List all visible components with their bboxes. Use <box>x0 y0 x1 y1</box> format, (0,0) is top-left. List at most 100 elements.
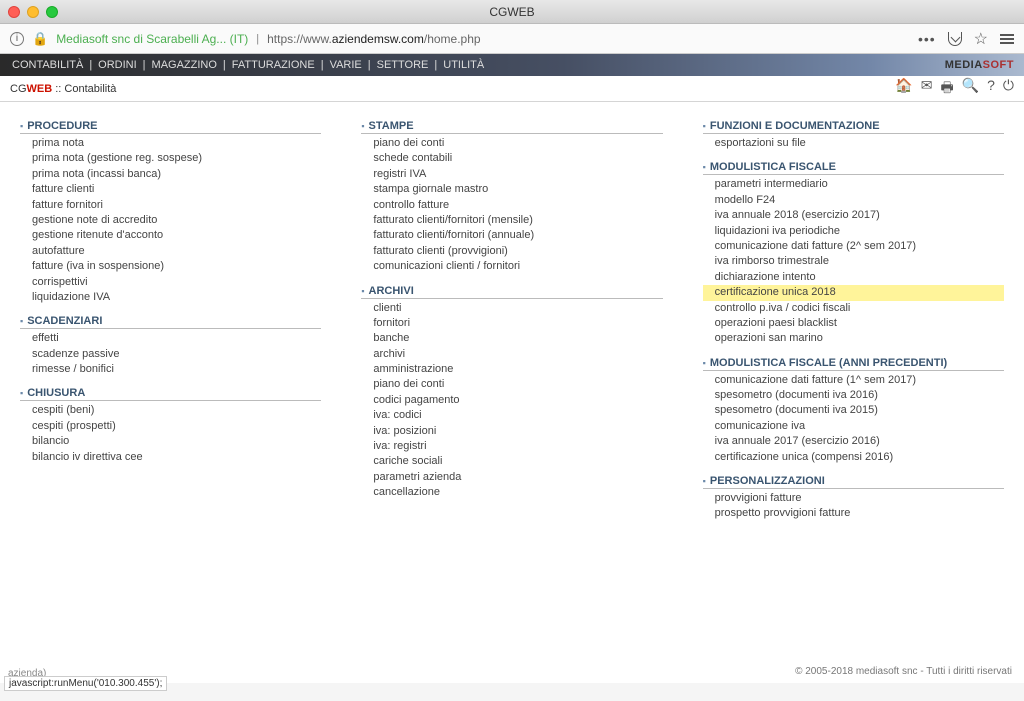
power-icon[interactable]: ⏻ <box>1003 77 1014 101</box>
link-piano-dei-conti[interactable]: piano dei conti <box>361 377 662 392</box>
link-cespiti-prospetti-[interactable]: cespiti (prospetti) <box>20 419 321 434</box>
print-icon[interactable]: 🖶 <box>940 77 953 101</box>
link-amministrazione[interactable]: amministrazione <box>361 362 662 377</box>
menu-varie[interactable]: VARIE <box>328 59 364 71</box>
link-comunicazione-dati-fatture-1-sem-2017-[interactable]: comunicazione dati fatture (1^ sem 2017) <box>703 373 1004 388</box>
status-js: javascript:runMenu('010.300.455'); <box>4 676 167 691</box>
more-icon[interactable]: ••• <box>918 31 936 47</box>
link-esportazioni-su-file[interactable]: esportazioni su file <box>703 136 1004 151</box>
column-1: PROCEDUREprima notaprima nota (gestione … <box>0 120 341 683</box>
link-parametri-intermediario[interactable]: parametri intermediario <box>703 177 1004 192</box>
link-piano-dei-conti[interactable]: piano dei conti <box>361 136 662 151</box>
link-provvigioni-fatture[interactable]: provvigioni fatture <box>703 491 1004 506</box>
link-parametri-azienda[interactable]: parametri azienda <box>361 470 662 485</box>
url-display[interactable]: https://www.aziendemsw.com/home.php <box>267 32 480 46</box>
mail-icon[interactable]: ✉ <box>921 77 933 101</box>
section-chiusura: CHIUSURA <box>20 387 321 401</box>
help-icon[interactable]: ? <box>987 77 995 101</box>
link-rimesse-bonifici[interactable]: rimesse / bonifici <box>20 362 321 377</box>
link-comunicazione-dati-fatture-2-sem-2017-[interactable]: comunicazione dati fatture (2^ sem 2017) <box>703 239 1004 254</box>
link-fatturato-clienti-fornitori-mensile-[interactable]: fatturato clienti/fornitori (mensile) <box>361 213 662 228</box>
menu-contabilità[interactable]: CONTABILITÀ <box>10 59 85 71</box>
link-fatture-clienti[interactable]: fatture clienti <box>20 182 321 197</box>
link-gestione-note-di-accredito[interactable]: gestione note di accredito <box>20 213 321 228</box>
link-prima-nota-gestione-reg-sospese-[interactable]: prima nota (gestione reg. sospese) <box>20 151 321 166</box>
link-spesometro-documenti-iva-2016-[interactable]: spesometro (documenti iva 2016) <box>703 388 1004 403</box>
home-icon[interactable]: 🏠 <box>895 77 912 101</box>
mac-titlebar: CGWEB <box>0 0 1024 24</box>
link-prima-nota-incassi-banca-[interactable]: prima nota (incassi banca) <box>20 167 321 182</box>
link-clienti[interactable]: clienti <box>361 301 662 316</box>
link-controllo-fatture[interactable]: controllo fatture <box>361 198 662 213</box>
link-comunicazione-iva[interactable]: comunicazione iva <box>703 419 1004 434</box>
link-cariche-sociali[interactable]: cariche sociali <box>361 454 662 469</box>
link-comunicazioni-clienti-fornitori[interactable]: comunicazioni clienti / fornitori <box>361 259 662 274</box>
link-dichiarazione-intento[interactable]: dichiarazione intento <box>703 270 1004 285</box>
link-bilancio[interactable]: bilancio <box>20 434 321 449</box>
link-bilancio-iv-direttiva-cee[interactable]: bilancio iv direttiva cee <box>20 450 321 465</box>
menu-utilità[interactable]: UTILITÀ <box>441 59 486 71</box>
link-fatturato-clienti-provvigioni-[interactable]: fatturato clienti (provvigioni) <box>361 244 662 259</box>
info-icon[interactable]: i <box>10 32 24 46</box>
link-cancellazione[interactable]: cancellazione <box>361 485 662 500</box>
link-fatture-iva-in-sospensione-[interactable]: fatture (iva in sospensione) <box>20 259 321 274</box>
link-iva-posizioni[interactable]: iva: posizioni <box>361 424 662 439</box>
link-codici-pagamento[interactable]: codici pagamento <box>361 393 662 408</box>
link-iva-annuale-2018-esercizio-2017-[interactable]: iva annuale 2018 (esercizio 2017) <box>703 208 1004 223</box>
link-fornitori[interactable]: fornitori <box>361 316 662 331</box>
site-identity[interactable]: Mediasoft snc di Scarabelli Ag... (IT) <box>56 32 248 46</box>
link-certificazione-unica-2018[interactable]: certificazione unica 2018 <box>703 285 1004 300</box>
link-autofatture[interactable]: autofatture <box>20 244 321 259</box>
link-cespiti-beni-[interactable]: cespiti (beni) <box>20 403 321 418</box>
menu-settore[interactable]: SETTORE <box>375 59 431 71</box>
footer-copyright: © 2005-2018 mediasoft snc - Tutti i diri… <box>795 666 1012 677</box>
section-modulistica-fiscale: MODULISTICA FISCALE <box>703 161 1004 175</box>
link-iva-annuale-2017-esercizio-2016-[interactable]: iva annuale 2017 (esercizio 2016) <box>703 434 1004 449</box>
link-effetti[interactable]: effetti <box>20 331 321 346</box>
link-controllo-p-iva-codici-fiscali[interactable]: controllo p.iva / codici fiscali <box>703 301 1004 316</box>
link-liquidazione-iva[interactable]: liquidazione IVA <box>20 290 321 305</box>
link-scadenze-passive[interactable]: scadenze passive <box>20 347 321 362</box>
link-iva-registri[interactable]: iva: registri <box>361 439 662 454</box>
pocket-icon[interactable] <box>948 32 962 46</box>
section-funzioni-e-documentazione: FUNZIONI E DOCUMENTAZIONE <box>703 120 1004 134</box>
link-iva-codici[interactable]: iva: codici <box>361 408 662 423</box>
link-iva-rimborso-trimestrale[interactable]: iva rimborso trimestrale <box>703 254 1004 269</box>
link-fatturato-clienti-fornitori-annuale-[interactable]: fatturato clienti/fornitori (annuale) <box>361 228 662 243</box>
minimize-button[interactable] <box>27 6 39 18</box>
section-stampe: STAMPE <box>361 120 662 134</box>
link-gestione-ritenute-d-acconto[interactable]: gestione ritenute d'acconto <box>20 228 321 243</box>
lock-icon: 🔒 <box>32 31 48 47</box>
brand-logo: MEDIASOFT <box>945 59 1014 71</box>
traffic-lights <box>8 6 58 18</box>
link-liquidazioni-iva-periodiche[interactable]: liquidazioni iva periodiche <box>703 224 1004 239</box>
breadcrumb: CGWEB :: Contabilità <box>10 83 116 95</box>
menu-fatturazione[interactable]: FATTURAZIONE <box>230 59 317 71</box>
window-title: CGWEB <box>489 5 534 19</box>
link-corrispettivi[interactable]: corrispettivi <box>20 275 321 290</box>
section-modulistica-fiscale-anni-precedenti-: MODULISTICA FISCALE (ANNI PRECEDENTI) <box>703 357 1004 371</box>
close-button[interactable] <box>8 6 20 18</box>
link-archivi[interactable]: archivi <box>361 347 662 362</box>
link-operazioni-san-marino[interactable]: operazioni san marino <box>703 331 1004 346</box>
link-spesometro-documenti-iva-2015-[interactable]: spesometro (documenti iva 2015) <box>703 403 1004 418</box>
link-stampa-giornale-mastro[interactable]: stampa giornale mastro <box>361 182 662 197</box>
link-prima-nota[interactable]: prima nota <box>20 136 321 151</box>
menu-icon[interactable] <box>1000 34 1014 44</box>
section-scadenziari: SCADENZIARI <box>20 315 321 329</box>
link-fatture-fornitori[interactable]: fatture fornitori <box>20 198 321 213</box>
link-certificazione-unica-compensi-2016-[interactable]: certificazione unica (compensi 2016) <box>703 450 1004 465</box>
link-registri-iva[interactable]: registri IVA <box>361 167 662 182</box>
link-banche[interactable]: banche <box>361 331 662 346</box>
link-operazioni-paesi-blacklist[interactable]: operazioni paesi blacklist <box>703 316 1004 331</box>
column-3: FUNZIONI E DOCUMENTAZIONE esportazioni su… <box>683 120 1024 683</box>
link-prospetto-provvigioni-fatture[interactable]: prospetto provvigioni fatture <box>703 506 1004 521</box>
maximize-button[interactable] <box>46 6 58 18</box>
link-schede-contabili[interactable]: schede contabili <box>361 151 662 166</box>
link-modello-f24[interactable]: modello F24 <box>703 193 1004 208</box>
menu-ordini[interactable]: ORDINI <box>96 59 139 71</box>
search-icon[interactable]: 🔍 <box>962 77 979 101</box>
browser-address-bar: i 🔒 Mediasoft snc di Scarabelli Ag... (I… <box>0 24 1024 54</box>
bookmark-icon[interactable]: ☆ <box>974 29 988 49</box>
menu-magazzino[interactable]: MAGAZZINO <box>150 59 219 71</box>
